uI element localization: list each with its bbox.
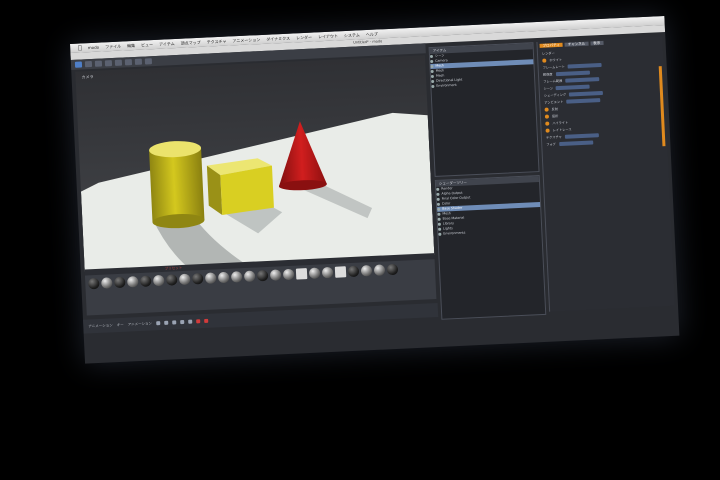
material-swatch[interactable] bbox=[321, 266, 334, 279]
material-swatch[interactable] bbox=[127, 276, 139, 288]
material-swatch[interactable] bbox=[230, 271, 243, 283]
material-swatch[interactable] bbox=[256, 269, 269, 282]
item-list-panel: アイテム シーン Camera Mesh Mesh Mesh Direction… bbox=[428, 42, 540, 177]
cylinder bbox=[149, 141, 205, 229]
3d-viewport[interactable]: カメラ bbox=[75, 55, 435, 272]
record-icon[interactable] bbox=[195, 319, 201, 324]
step-back-icon[interactable] bbox=[163, 320, 169, 325]
material-swatch[interactable] bbox=[282, 268, 295, 281]
material-swatch[interactable] bbox=[295, 268, 308, 280]
toolbar-button[interactable] bbox=[104, 60, 113, 67]
eye-icon[interactable] bbox=[438, 227, 442, 231]
apple-icon[interactable]:  bbox=[78, 44, 82, 51]
eye-icon[interactable] bbox=[436, 187, 440, 191]
toolbar-button[interactable] bbox=[114, 59, 123, 66]
play-icon[interactable] bbox=[171, 320, 177, 325]
step-forward-icon[interactable] bbox=[179, 319, 185, 325]
eye-icon[interactable] bbox=[430, 69, 434, 74]
material-swatch[interactable] bbox=[269, 269, 282, 281]
material-swatch[interactable] bbox=[386, 263, 399, 276]
projected-screen:  modo ファイル 編集 ビュー アイテム 頂点マップ テクスチャ アニメー… bbox=[70, 15, 680, 364]
menu-view[interactable]: ビュー bbox=[141, 42, 153, 49]
menu-edit[interactable]: 編集 bbox=[127, 42, 135, 48]
checkbox-icon[interactable] bbox=[545, 121, 550, 126]
material-swatch[interactable] bbox=[334, 266, 347, 278]
eye-icon[interactable] bbox=[430, 59, 434, 64]
toolbar-button[interactable] bbox=[134, 58, 143, 65]
fast-forward-icon[interactable] bbox=[187, 319, 193, 324]
material-swatch[interactable] bbox=[204, 272, 217, 284]
toolbar-button[interactable] bbox=[74, 61, 83, 68]
eye-icon[interactable] bbox=[437, 222, 441, 226]
toolbar-button[interactable] bbox=[124, 59, 133, 66]
checkbox-icon[interactable] bbox=[544, 107, 549, 112]
toolbar-button[interactable] bbox=[94, 60, 103, 67]
menu-app[interactable]: modo bbox=[88, 45, 100, 51]
checkbox-icon[interactable] bbox=[544, 114, 550, 119]
material-swatch[interactable] bbox=[360, 265, 373, 277]
material-swatch[interactable] bbox=[140, 275, 152, 287]
tab-display[interactable]: 表示 bbox=[590, 40, 604, 46]
eye-icon[interactable] bbox=[438, 232, 442, 236]
eye-icon[interactable] bbox=[429, 54, 434, 59]
material-swatch[interactable] bbox=[217, 271, 230, 284]
eye-icon[interactable] bbox=[437, 212, 441, 216]
menu-layout[interactable]: レイアウト bbox=[318, 33, 338, 40]
material-swatch[interactable] bbox=[88, 277, 100, 290]
material-swatch[interactable] bbox=[165, 274, 178, 286]
eye-icon[interactable] bbox=[436, 202, 441, 206]
menu-vertex-map[interactable]: 頂点マップ bbox=[181, 39, 201, 46]
eye-icon[interactable] bbox=[431, 84, 435, 89]
toolbar-button[interactable] bbox=[84, 60, 93, 68]
material-swatch[interactable] bbox=[114, 276, 126, 289]
material-swatch[interactable] bbox=[308, 267, 321, 279]
menu-file[interactable]: ファイル bbox=[105, 43, 121, 50]
timeline-label[interactable]: アニメーション bbox=[128, 321, 153, 327]
menu-help[interactable]: ヘルプ bbox=[366, 31, 378, 38]
tab-properties[interactable]: プロパティ bbox=[539, 42, 563, 48]
eye-icon[interactable] bbox=[430, 74, 435, 79]
material-swatch[interactable] bbox=[191, 272, 204, 285]
key-icon[interactable] bbox=[203, 318, 209, 323]
menu-texture[interactable]: テクスチャ bbox=[206, 38, 226, 45]
toolbar-button[interactable] bbox=[144, 58, 153, 65]
material-swatch[interactable] bbox=[178, 273, 191, 286]
material-swatch[interactable] bbox=[347, 265, 360, 278]
menu-animation[interactable]: アニメーション bbox=[232, 37, 260, 44]
eye-icon[interactable] bbox=[436, 197, 440, 201]
eye-icon[interactable] bbox=[437, 207, 441, 211]
timeline-label[interactable]: キー bbox=[117, 322, 124, 327]
properties-panel: プロパティ チャンネル 表示 レンダー ホワイト フレームレート 解像度 フレー… bbox=[536, 36, 676, 312]
eye-icon[interactable] bbox=[430, 64, 434, 69]
material-swatch[interactable] bbox=[243, 270, 256, 283]
rewind-icon[interactable] bbox=[155, 321, 161, 326]
property-field[interactable] bbox=[558, 139, 593, 146]
timeline-label[interactable]: アニメーション bbox=[88, 323, 113, 329]
tab-channels[interactable]: チャンネル bbox=[564, 41, 589, 47]
checkbox-icon[interactable] bbox=[542, 58, 547, 63]
cube bbox=[206, 158, 274, 216]
menu-item[interactable]: アイテム bbox=[159, 41, 175, 48]
render-scene bbox=[80, 112, 435, 272]
eye-icon[interactable] bbox=[436, 192, 440, 196]
checkbox-icon[interactable] bbox=[545, 128, 550, 133]
shader-tree-panel: シェーダーツリー Render Alpha Output Final Color… bbox=[434, 175, 547, 320]
menu-system[interactable]: システム bbox=[344, 32, 360, 39]
material-swatch[interactable] bbox=[373, 264, 386, 276]
viewport-label[interactable]: カメラ bbox=[81, 74, 93, 81]
material-swatch[interactable] bbox=[101, 277, 113, 289]
menu-render[interactable]: レンダー bbox=[296, 34, 312, 41]
eye-icon[interactable] bbox=[431, 79, 435, 84]
menu-dynamics[interactable]: ダイナミクス bbox=[266, 35, 290, 42]
material-swatch[interactable] bbox=[152, 274, 165, 287]
eye-icon[interactable] bbox=[437, 217, 441, 221]
